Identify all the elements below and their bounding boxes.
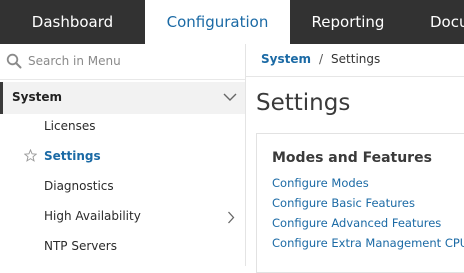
breadcrumb-current: Settings <box>331 52 381 66</box>
star-outline-icon[interactable] <box>24 149 37 162</box>
tab-documentation[interactable]: Docu <box>430 0 464 44</box>
tab-dashboard[interactable]: Dashboard <box>0 0 145 44</box>
sidebar-item-licenses[interactable]: Licenses <box>0 112 245 142</box>
sidebar-item-high-availability[interactable]: High Availability <box>0 202 245 232</box>
sidebar-item-label: High Availability <box>44 209 141 223</box>
sidebar-item-diagnostics[interactable]: Diagnostics <box>0 172 245 202</box>
sidebar: System Licenses Settings Diagnostics Hig… <box>0 44 246 266</box>
breadcrumb: System / Settings <box>261 52 380 66</box>
main-content: System / Settings Settings Modes and Featu… <box>246 44 464 273</box>
breadcrumb-separator: / <box>319 52 324 66</box>
chevron-down-icon <box>223 93 237 101</box>
sidebar-item-settings[interactable]: Settings <box>0 142 245 172</box>
sidebar-item-label: NTP Servers <box>44 239 117 253</box>
sidebar-item-label: Settings <box>44 149 101 163</box>
page-title: Settings <box>256 90 351 116</box>
tab-configuration[interactable]: Configuration <box>145 0 290 44</box>
breadcrumb-divider <box>246 76 464 77</box>
search-input[interactable] <box>28 51 228 71</box>
sidebar-item-label: Licenses <box>44 119 96 133</box>
sidebar-item-ntp-servers[interactable]: NTP Servers <box>0 232 245 262</box>
sidebar-section-label: System <box>12 90 62 104</box>
modes-and-features-panel: Modes and Features Configure Modes Confi… <box>256 133 464 273</box>
search-icon <box>6 53 22 69</box>
configure-basic-features-link[interactable]: Configure Basic Features <box>272 196 415 210</box>
sidebar-section-system[interactable]: System <box>0 82 245 114</box>
panel-title: Modes and Features <box>272 150 432 166</box>
tab-reporting[interactable]: Reporting <box>290 0 406 44</box>
configure-extra-management-cpu-link[interactable]: Configure Extra Management CPU <box>272 236 464 250</box>
chevron-right-icon <box>228 211 235 224</box>
top-nav: Dashboard Configuration Reporting Docu <box>0 0 464 44</box>
menu-search <box>0 44 245 80</box>
breadcrumb-link-system[interactable]: System <box>261 52 311 66</box>
configure-modes-link[interactable]: Configure Modes <box>272 176 369 190</box>
sidebar-item-label: Diagnostics <box>44 179 114 193</box>
configure-advanced-features-link[interactable]: Configure Advanced Features <box>272 216 441 230</box>
